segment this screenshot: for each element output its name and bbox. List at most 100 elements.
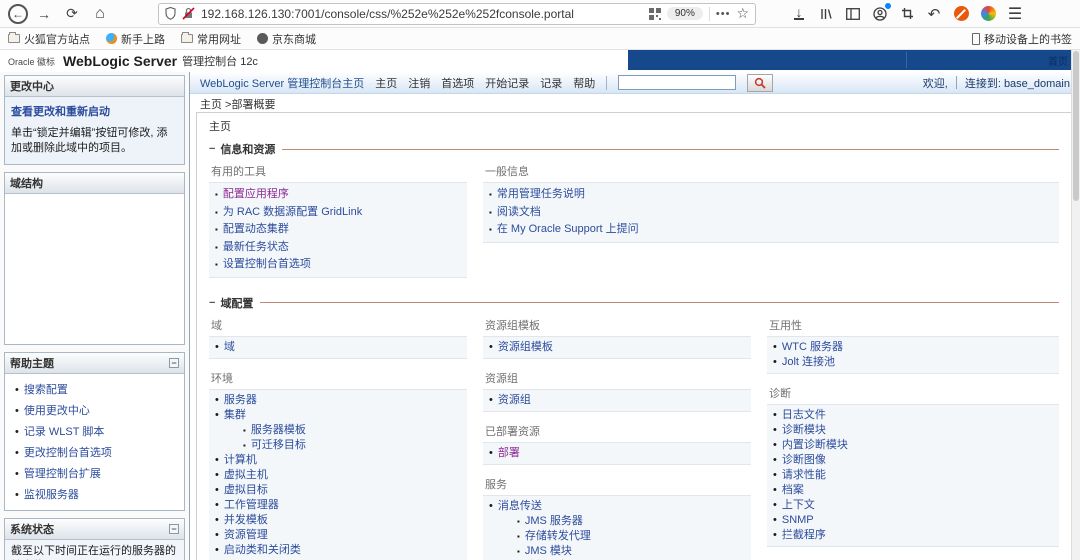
bookmark-item[interactable]: 京东商城 [257, 31, 316, 47]
collapse-icon[interactable]: − [169, 524, 179, 534]
view-changes-restarts-link[interactable]: 查看更改和重新启动 [11, 103, 178, 119]
collapse-dash-icon[interactable]: − [209, 143, 215, 155]
back-button[interactable]: ← [8, 4, 28, 24]
console-toolbar: WebLogic Server 管理控制台主页 主页注销首选项开始记录记录帮助 … [190, 72, 1080, 94]
item-link[interactable]: 日志文件 [782, 408, 826, 423]
section-title: 域配置 [220, 295, 253, 311]
item-link[interactable]: 阅读文档 [497, 204, 541, 222]
item-link[interactable]: 诊断图像 [782, 453, 826, 468]
zoom-level-badge[interactable]: 90% [667, 7, 703, 20]
collapse-icon[interactable]: − [169, 358, 179, 368]
help-topic-item: •监视服务器 [8, 484, 181, 505]
item-link[interactable]: 资源管理 [224, 528, 268, 543]
section-title: 信息和资源 [220, 141, 275, 157]
item-link[interactable]: 配置应用程序 [223, 186, 289, 204]
item-link[interactable]: Jolt 连接池 [782, 355, 835, 370]
bookmark-item[interactable]: 新手上路 [106, 31, 165, 47]
item-link[interactable]: 集群 [224, 408, 246, 423]
extension-color-icon[interactable] [979, 5, 997, 23]
mobile-bookmarks[interactable]: 移动设备上的书签 [972, 31, 1072, 47]
item-link[interactable]: 消息传送 [498, 499, 542, 514]
item-link[interactable]: 可迁移目标 [251, 438, 306, 453]
qr-icon[interactable] [649, 8, 661, 20]
item-link[interactable]: 服务器 [224, 393, 257, 408]
help-topic-link[interactable]: 监视服务器 [24, 486, 79, 502]
toolbar-link-记录[interactable]: 记录 [540, 75, 562, 91]
help-topic-link[interactable]: 使用更改中心 [24, 402, 90, 418]
page-scrollbar[interactable] [1071, 50, 1080, 560]
item-link[interactable]: 内置诊断模块 [782, 438, 848, 453]
collapse-dash-icon[interactable]: − [209, 297, 215, 309]
change-center-description: 单击“锁定并编辑”按钮可修改, 添加或删除此域中的项目。 [11, 126, 178, 157]
help-topic-link[interactable]: 更改控制台首选项 [24, 444, 112, 460]
item-link[interactable]: 请求性能 [782, 468, 826, 483]
item-link[interactable]: 域 [224, 340, 235, 355]
item-link[interactable]: 存储转发代理 [525, 529, 591, 544]
item-link[interactable]: 计算机 [224, 453, 257, 468]
library-icon[interactable] [817, 5, 835, 23]
home-button[interactable]: ⌂ [88, 3, 112, 25]
bullet-icon: • [773, 468, 777, 483]
item-link[interactable]: 最新任务状态 [223, 239, 289, 257]
item-link[interactable]: 上下文 [782, 498, 815, 513]
item-link[interactable]: 虚拟目标 [224, 483, 268, 498]
item-link[interactable]: 配置动态集群 [223, 221, 289, 239]
shield-icon[interactable] [165, 7, 176, 20]
forward-button[interactable]: → [32, 3, 56, 25]
bullet-icon: • [15, 384, 19, 396]
item-link[interactable]: SNMP [782, 513, 814, 528]
item-link[interactable]: WTC 服务器 [782, 340, 843, 355]
item-link[interactable]: 档案 [782, 483, 804, 498]
help-topic-link[interactable]: 记录 WLST 脚本 [24, 423, 104, 439]
scrollbar-thumb[interactable] [1073, 51, 1079, 201]
item-link[interactable]: 设置控制台首选项 [223, 256, 311, 274]
item-link[interactable]: JMS 服务器 [525, 514, 583, 529]
item-link[interactable]: 在 My Oracle Support 上提问 [497, 221, 639, 239]
item-link[interactable]: JMS 模块 [525, 544, 572, 559]
item-link[interactable]: 部署 [498, 446, 520, 461]
blocker-icon[interactable] [952, 5, 970, 23]
toolbar-link-开始记录[interactable]: 开始记录 [485, 75, 529, 91]
screenshot-icon[interactable] [898, 5, 916, 23]
page-actions-icon[interactable]: ••• [716, 8, 731, 20]
item-link[interactable]: 拦截程序 [782, 528, 826, 543]
item-link[interactable]: 资源组 [498, 393, 531, 408]
url-bar-separator [709, 7, 710, 21]
sidebar-toggle-icon[interactable] [844, 5, 862, 23]
item-link[interactable]: 资源组模板 [498, 340, 553, 355]
menu-icon[interactable]: ☰ [1006, 5, 1024, 23]
help-topic-link[interactable]: 管理控制台扩展 [24, 465, 101, 481]
bookmark-item[interactable]: 常用网址 [181, 31, 241, 47]
list-item: • 请求性能 [773, 468, 1053, 483]
bookmark-item[interactable]: 火狐官方站点 [8, 31, 90, 47]
insecure-lock-icon[interactable] [182, 7, 195, 20]
toolbar-link-注销[interactable]: 注销 [408, 75, 430, 91]
item-link[interactable]: 诊断模块 [782, 423, 826, 438]
search-button[interactable] [747, 74, 773, 92]
phone-icon [972, 33, 980, 45]
undo-icon[interactable]: ↶ [925, 5, 943, 23]
item-link[interactable]: 服务器模板 [251, 423, 306, 438]
item-link[interactable]: 为 RAC 数据源配置 GridLink [223, 204, 362, 222]
item-link[interactable]: 并发模板 [224, 513, 268, 528]
domain-structure-tree[interactable] [5, 194, 184, 344]
breadcrumb[interactable]: 主页 >部署概要 [190, 94, 1080, 111]
list-item: ▪阅读文档 [489, 204, 1053, 222]
reload-button[interactable]: ⟳ [60, 3, 84, 25]
url-text[interactable]: 192.168.126.130:7001/console/css/%252e%2… [201, 7, 643, 21]
item-link[interactable]: 工作管理器 [224, 498, 279, 513]
item-link[interactable]: 常用管理任务说明 [497, 186, 585, 204]
toolbar-link-主页[interactable]: 主页 [375, 75, 397, 91]
toolbar-link-帮助[interactable]: 帮助 [573, 75, 595, 91]
url-bar[interactable]: 192.168.126.130:7001/console/css/%252e%2… [158, 3, 756, 25]
search-input[interactable] [618, 75, 736, 90]
item-link[interactable]: 虚拟主机 [224, 468, 268, 483]
account-icon[interactable] [871, 5, 889, 23]
help-topic-link[interactable]: 搜索配置 [24, 381, 68, 397]
bookmark-star-icon[interactable]: ☆ [736, 5, 749, 22]
downloads-icon[interactable]: ↓ [790, 5, 808, 23]
item-link[interactable]: 启动类和关闭类 [224, 543, 301, 558]
group-label: 服务 [483, 475, 751, 495]
browser-navbar: ← → ⟳ ⌂ 192.168.126.130:7001/console/css… [0, 0, 1080, 28]
toolbar-link-首选项[interactable]: 首选项 [441, 75, 474, 91]
